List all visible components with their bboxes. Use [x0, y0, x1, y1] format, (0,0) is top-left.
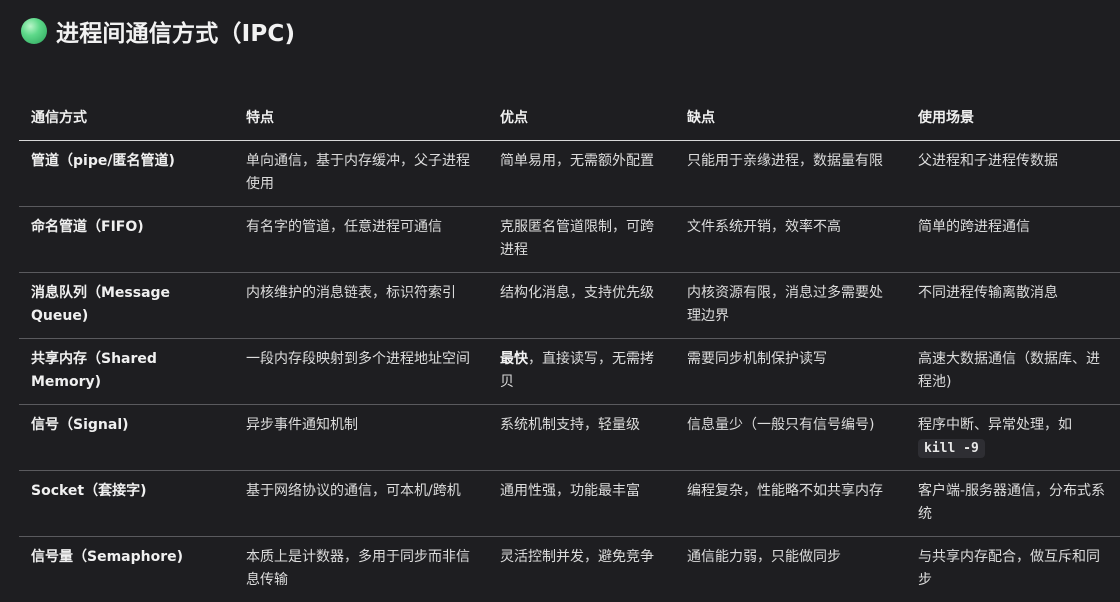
cell-method: 信号量（Semaphore) [31, 548, 184, 565]
cell-feature: 有名字的管道，任意进程可通信 [234, 206, 488, 273]
cell-feature: 内核维护的消息链表，标识符索引 [234, 272, 488, 339]
table-row: 管道（pipe/匿名管道) 单向通信，基于内存缓冲，父子进程使用 简单易用，无需… [19, 140, 1120, 207]
cell-pros: 最快，直接读写，无需拷贝 [488, 338, 675, 405]
cell-method: 命名管道（FIFO) [19, 206, 234, 273]
cell-scenario: 与共享内存配合，做互斥和同步 [918, 548, 1100, 588]
table-row: 共享内存（Shared Memory) 一段内存段映射到多个进程地址空间 最快，… [19, 338, 1120, 405]
column-header-feature: 特点 [234, 97, 488, 141]
pros-text: 通用性强，功能最丰富 [500, 482, 640, 499]
cell-feature: 异步事件通知机制 [234, 404, 488, 471]
column-header-method: 通信方式 [19, 97, 234, 141]
section-heading: 进程间通信方式（IPC) [21, 13, 295, 49]
cell-cons: 内核资源有限，消息过多需要处理边界 [675, 272, 906, 339]
table-row: 命名管道（FIFO) 有名字的管道，任意进程可通信 克服匿名管道限制，可跨进程 … [19, 206, 1120, 273]
green-circle-icon [21, 18, 47, 44]
pros-text: 系统机制支持，轻量级 [500, 416, 640, 433]
cell-feature: 基于网络协议的通信，可本机/跨机 [234, 470, 488, 537]
column-header-pros: 优点 [488, 97, 675, 141]
cell-scenario: 客户端-服务器通信，分布式系统 [906, 470, 1120, 537]
cell-cons: 信息量少（一般只有信号编号) [675, 404, 906, 471]
cell-cons: 编程复杂，性能略不如共享内存 [675, 470, 906, 537]
cell-scenario: 程序中断、异常处理，如 kill -9 [906, 404, 1120, 471]
cell-cons: 需要同步机制保护读写 [675, 338, 906, 405]
cell-method: Socket（套接字) [19, 470, 234, 537]
cell-method: 共享内存（Shared Memory) [19, 338, 234, 405]
table-row: 消息队列（Message Queue) 内核维护的消息链表，标识符索引 结构化消… [19, 272, 1120, 339]
cell-pros: 灵活控制并发，避免竞争 [488, 536, 675, 602]
cell-method: 管道（pipe/匿名管道) [19, 140, 234, 207]
cell-pros: 通用性强，功能最丰富 [488, 470, 675, 537]
table-row: 信号（Signal) 异步事件通知机制 系统机制支持，轻量级 信息量少（一般只有… [19, 404, 1120, 471]
table-row: Socket（套接字) 基于网络协议的通信，可本机/跨机 通用性强，功能最丰富 … [19, 470, 1120, 537]
cell-cons: 通信能力弱，只能做同步 [687, 548, 841, 565]
cell-pros: 克服匿名管道限制，可跨进程 [488, 206, 675, 273]
table-row: 信号量（Semaphore) 本质上是计数器，多用于同步而非信息传输 灵活控制并… [19, 536, 1120, 602]
cell-pros: 结构化消息，支持优先级 [488, 272, 675, 339]
cell-pros: 简单易用，无需额外配置 [488, 140, 675, 207]
column-header-scenario: 使用场景 [906, 97, 1120, 141]
pros-text: 简单易用，无需额外配置 [500, 152, 654, 169]
cell-scenario: 高速大数据通信（数据库、进程池) [906, 338, 1120, 405]
cell-pros: 系统机制支持，轻量级 [488, 404, 675, 471]
pros-text: 结构化消息，支持优先级 [500, 284, 654, 301]
pros-emphasis: 最快 [500, 350, 528, 367]
cell-feature: 本质上是计数器，多用于同步而非信息传输 [246, 548, 470, 588]
cell-scenario: 不同进程传输离散消息 [906, 272, 1120, 339]
cell-cons: 只能用于亲缘进程，数据量有限 [675, 140, 906, 207]
cell-method: 消息队列（Message Queue) [19, 272, 234, 339]
cell-method: 信号（Signal) [19, 404, 234, 471]
inline-code: kill -9 [918, 438, 985, 458]
table-header-row: 通信方式 特点 优点 缺点 使用场景 [19, 97, 1120, 141]
cell-feature: 单向通信，基于内存缓冲，父子进程使用 [234, 140, 488, 207]
section-title: 进程间通信方式（IPC) [56, 21, 296, 47]
ipc-comparison-table: 通信方式 特点 优点 缺点 使用场景 管道（pipe/匿名管道) 单向通信，基于… [19, 97, 1120, 602]
cell-feature: 一段内存段映射到多个进程地址空间 [234, 338, 488, 405]
pros-text: 克服匿名管道限制，可跨进程 [500, 218, 654, 258]
cell-scenario: 父进程和子进程传数据 [906, 140, 1120, 207]
cell-scenario: 简单的跨进程通信 [906, 206, 1120, 273]
column-header-cons: 缺点 [675, 97, 906, 141]
scenario-text: 程序中断、异常处理，如 [918, 416, 1072, 433]
pros-text: 灵活控制并发，避免竞争 [500, 548, 654, 565]
cell-cons: 文件系统开销，效率不高 [675, 206, 906, 273]
